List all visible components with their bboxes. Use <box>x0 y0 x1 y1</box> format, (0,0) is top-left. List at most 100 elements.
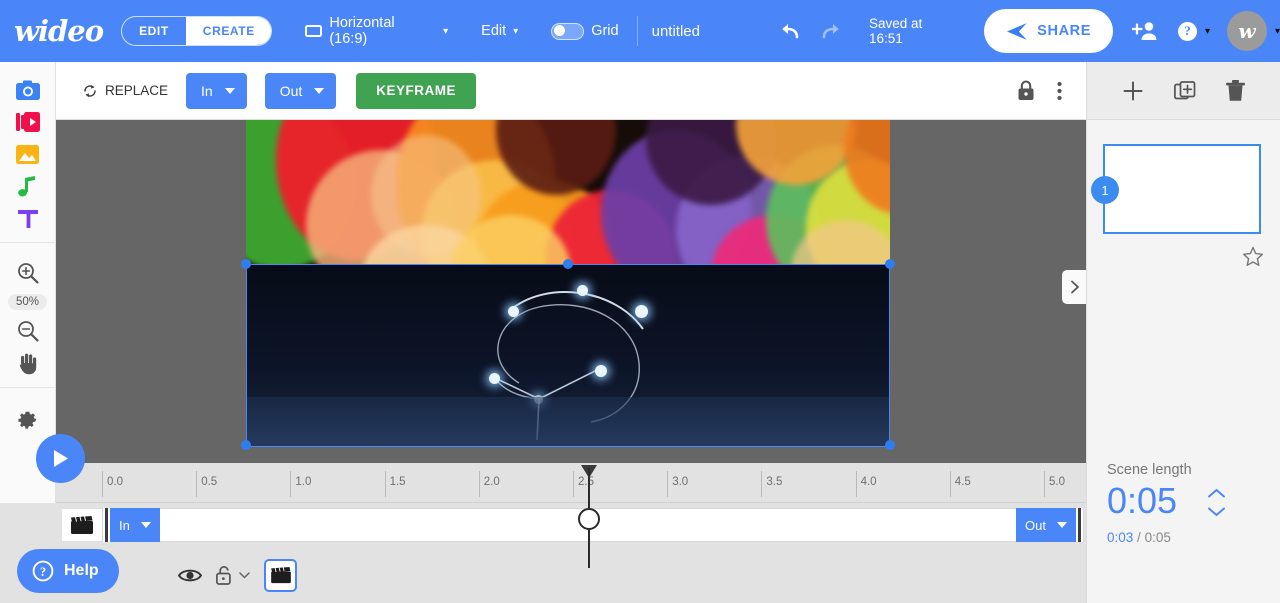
delete-scene-button[interactable] <box>1226 79 1245 102</box>
resize-handle-top-left[interactable] <box>241 259 251 269</box>
ruler-tick <box>478 471 480 497</box>
avatar: w <box>1226 11 1267 51</box>
format-label: Horizontal (16:9) <box>329 15 395 47</box>
undo-icon[interactable] <box>778 18 804 44</box>
chevron-down-icon <box>140 522 151 528</box>
ruler-tick-label: 3.5 <box>766 476 783 488</box>
editor-canvas[interactable]: CREATED USING wideo <box>56 120 1086 463</box>
sidebar-item-camera[interactable] <box>0 74 56 106</box>
resize-handle-top-right[interactable] <box>885 259 895 269</box>
in-label: In <box>201 82 213 99</box>
lock-dropdown-group[interactable] <box>216 565 250 585</box>
toggle-knob <box>553 25 565 36</box>
eye-icon[interactable] <box>178 567 202 584</box>
duplicate-scene-button[interactable] <box>1174 80 1196 102</box>
chevron-down-icon: ▾ <box>1274 25 1280 37</box>
keyframe-label: KEYFRAME <box>376 83 457 98</box>
sidebar-item-video-library[interactable] <box>0 106 56 138</box>
ruler-tick-label: 5.0 <box>1049 476 1065 488</box>
clip-in-dropdown[interactable]: In <box>110 508 160 542</box>
bokeh-background-image[interactable] <box>246 120 890 264</box>
clip-left-trim-handle[interactable] <box>103 508 110 542</box>
format-selector[interactable]: Horizontal (16:9) ▾ <box>301 0 452 62</box>
scene-toolbar <box>1087 62 1280 120</box>
help-label: Help <box>64 562 99 579</box>
edit-menu[interactable]: Edit ▾ <box>477 0 522 62</box>
project-title[interactable]: untitled <box>652 23 700 40</box>
ruler-tick <box>667 471 669 497</box>
out-animation-dropdown[interactable]: Out <box>264 72 337 109</box>
replace-button[interactable]: REPLACE <box>82 83 168 99</box>
redo-icon[interactable] <box>817 18 843 44</box>
segment-edit[interactable]: EDIT <box>122 17 186 45</box>
camera-icon <box>15 80 40 100</box>
unlock-icon[interactable] <box>216 565 232 585</box>
ruler-tick-label: 1.0 <box>295 476 312 488</box>
image-icon <box>16 144 39 164</box>
play-button[interactable] <box>36 434 85 483</box>
sidebar-item-text[interactable] <box>0 202 56 234</box>
lock-icon[interactable] <box>1017 80 1035 101</box>
ruler-tick <box>761 471 763 497</box>
duplicate-icon <box>1174 80 1196 99</box>
zoom-out-button[interactable] <box>0 315 56 347</box>
help-button[interactable]: ? Help <box>17 549 119 593</box>
chevron-down-icon: ▾ <box>513 25 519 37</box>
scene-length-value[interactable]: 0:05 <box>1107 480 1177 522</box>
timeline-track-row: In Out <box>56 503 1086 547</box>
grid-toggle[interactable] <box>551 22 585 40</box>
question-circle-icon: ? <box>32 560 54 582</box>
refresh-icon <box>84 84 96 97</box>
selected-video-element[interactable]: CREATED USING wideo <box>246 264 890 447</box>
resize-handle-bottom-left[interactable] <box>241 440 251 450</box>
video-library-icon <box>15 112 40 132</box>
trash-icon <box>1226 79 1245 101</box>
add-user-icon[interactable] <box>1132 20 1159 42</box>
scene-length-increase[interactable] <box>1207 488 1226 499</box>
ruler-tick-label: 4.0 <box>860 476 877 488</box>
in-animation-dropdown[interactable]: In <box>186 72 247 109</box>
settings-button[interactable] <box>0 402 56 434</box>
play-icon <box>54 450 68 467</box>
pan-hand-button[interactable] <box>0 347 56 379</box>
scene-thumbnail-item[interactable]: 1 <box>1091 144 1280 234</box>
more-vertical-icon[interactable] <box>1057 81 1062 101</box>
zoom-level[interactable]: 50% <box>7 294 48 310</box>
keyframe-button[interactable]: KEYFRAME <box>356 72 477 109</box>
segment-create[interactable]: CREATE <box>185 17 272 45</box>
timeline-clip[interactable]: In Out <box>102 508 1084 542</box>
clip-in-label: In <box>119 517 130 533</box>
chevron-down-icon: ▾ <box>443 25 449 37</box>
chevron-down-icon <box>224 87 235 94</box>
sidebar-item-image[interactable] <box>0 138 56 170</box>
sidebar-item-music[interactable] <box>0 170 56 202</box>
question-mark-icon: ? <box>1177 21 1197 41</box>
wideo-logo[interactable]: wideo <box>14 14 104 48</box>
add-scene-button[interactable] <box>1122 80 1144 102</box>
monitor-icon <box>305 25 323 37</box>
scene-thumbnail[interactable] <box>1103 144 1261 234</box>
ruler-tick-label: 3.0 <box>672 476 689 488</box>
grid-label: Grid <box>591 23 619 39</box>
clip-right-trim-handle[interactable] <box>1076 508 1083 542</box>
clip-out-dropdown[interactable]: Out <box>1016 508 1076 542</box>
help-menu[interactable]: ? ▾ <box>1177 21 1210 41</box>
ruler-tick <box>196 471 198 497</box>
account-menu[interactable]: w ▾ <box>1226 11 1280 51</box>
favorite-star-icon[interactable] <box>1242 246 1264 267</box>
resize-handle-top-center[interactable] <box>563 259 573 269</box>
track-type-clapperboard[interactable] <box>62 509 102 541</box>
timeline-ruler[interactable]: 0.0 0.5 1.0 1.5 2.0 2.5 3.0 3.5 4.0 4.5 5.0 <box>56 463 1086 503</box>
scene-length-decrease[interactable] <box>1207 506 1226 517</box>
scene-length-title: Scene length <box>1107 462 1192 478</box>
ruler-tick-label: 0.0 <box>107 476 123 488</box>
track-clapperboard-selected[interactable] <box>264 558 297 592</box>
grid-toggle-group[interactable]: Grid <box>547 0 622 62</box>
share-button[interactable]: SHARE <box>983 9 1114 53</box>
resize-handle-bottom-right[interactable] <box>885 440 895 450</box>
zoom-in-button[interactable] <box>0 257 56 289</box>
ruler-tick-label: 1.5 <box>389 476 406 488</box>
next-scene-button[interactable] <box>1062 270 1086 304</box>
chevron-down-icon[interactable] <box>239 571 250 579</box>
element-toolbar: REPLACE In Out KEYFRAME <box>56 62 1086 120</box>
